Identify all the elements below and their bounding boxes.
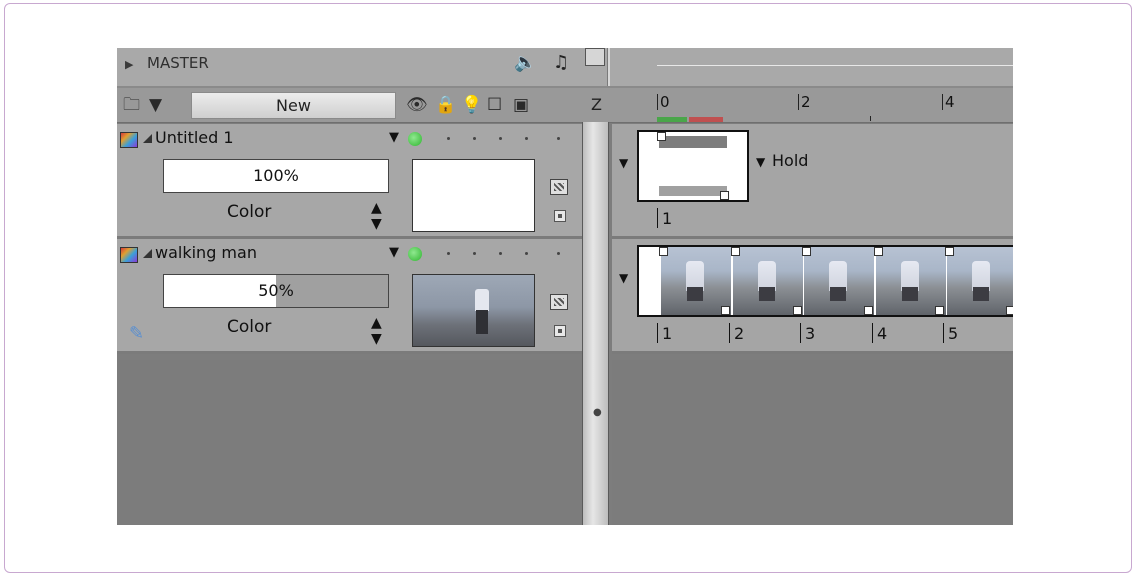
visibility-dot-icon[interactable]	[408, 132, 422, 146]
blend-mode-spinner-icon[interactable]: ▲ ▼	[371, 315, 382, 347]
square-icon[interactable]: ☐	[487, 95, 502, 115]
layer-collapse-icon[interactable]	[143, 134, 152, 143]
lock-icon[interactable]: 🔒	[435, 95, 456, 115]
lightbulb-icon[interactable]: 💡	[461, 95, 482, 115]
layer-small-toggle-icon[interactable]	[554, 325, 566, 337]
hold-dropdown-icon[interactable]: ▼	[756, 155, 765, 169]
timeline-ruler[interactable]: 0 2 4	[612, 88, 1013, 122]
master-label: MASTER	[147, 54, 209, 72]
layer-dropdown-icon[interactable]: ▼	[389, 245, 399, 260]
master-bar: ▶ MASTER 🔈 ♫	[117, 48, 1013, 88]
ruler-minor-tick	[870, 116, 871, 121]
master-timeline-line	[657, 65, 1013, 66]
timeline-empty-area	[612, 360, 1013, 525]
frame-corner-handle[interactable]	[945, 247, 954, 256]
ruler-tick-2: 2	[798, 94, 811, 110]
music-note-icon[interactable]: ♫	[553, 52, 569, 73]
layer-mask-icon[interactable]	[550, 179, 568, 195]
frame-corner-handle[interactable]	[864, 306, 873, 315]
hold-label[interactable]: Hold	[772, 151, 808, 170]
opacity-value: 100%	[253, 166, 299, 185]
layer-name[interactable]: Untitled 1	[155, 128, 234, 147]
frame-number: 5	[943, 323, 958, 343]
frame-number: 4	[872, 323, 887, 343]
layer-dropdown-icon[interactable]: ▼	[389, 130, 399, 145]
mask-dot[interactable]	[525, 252, 528, 255]
z-column-label: Z	[591, 95, 602, 114]
timeline-row-untitled: ▼ ▼ Hold 1	[612, 124, 1013, 239]
layer-thumbnail[interactable]	[412, 159, 535, 232]
frame-corner-handle[interactable]	[874, 247, 883, 256]
visibility-dot-icon[interactable]	[408, 247, 422, 261]
master-expand-icon[interactable]: ▶	[125, 58, 133, 71]
splitter-knob-icon[interactable]: ●	[593, 407, 602, 418]
divider	[607, 48, 610, 86]
layers-empty-area	[117, 360, 582, 525]
z-dot[interactable]	[557, 252, 560, 255]
merge-down-icon[interactable]: ▼	[149, 95, 162, 115]
frame-corner-handle[interactable]	[793, 306, 802, 315]
frame-number: 2	[729, 323, 744, 343]
row-expand-icon[interactable]: ▼	[619, 156, 628, 170]
folder-icon[interactable]: 🗀	[123, 95, 140, 115]
timeline-row-walking-man: ▼ 1 2 3 4 5	[612, 239, 1013, 354]
eye-icon[interactable]: 👁	[406, 95, 428, 115]
speaker-icon[interactable]: 🔈	[514, 52, 536, 73]
master-small-button[interactable]	[585, 48, 605, 66]
layer-color-icon[interactable]	[120, 247, 138, 263]
frame-corner-handle[interactable]	[720, 191, 729, 200]
frame-corner-handle[interactable]	[721, 306, 730, 315]
frame-corner-handle[interactable]	[1006, 306, 1013, 315]
lock-dot[interactable]	[447, 137, 450, 140]
light-dot[interactable]	[473, 137, 476, 140]
layer-thumbnail[interactable]	[412, 274, 535, 347]
frame-number: 1	[657, 208, 672, 228]
layers-panel: ▶ MASTER 🔈 ♫ 🗀 ▼ New 👁 🔒 💡 ☐ ▣ Z 0 2 4 U…	[117, 48, 1013, 525]
blend-mode-label[interactable]: Color	[227, 317, 271, 337]
square-dot[interactable]	[499, 137, 502, 140]
square-dot[interactable]	[499, 252, 502, 255]
z-dot[interactable]	[557, 137, 560, 140]
play-range-red	[689, 117, 723, 122]
blend-mode-label[interactable]: Color	[227, 202, 271, 222]
layer-small-toggle-icon[interactable]	[554, 210, 566, 222]
ruler-tick-0: 0	[657, 94, 670, 110]
blend-mode-spinner-icon[interactable]: ▲ ▼	[371, 200, 382, 232]
frame-corner-handle[interactable]	[935, 306, 944, 315]
lock-dot[interactable]	[447, 252, 450, 255]
frame-corner-handle[interactable]	[659, 247, 668, 256]
new-layer-button[interactable]: New	[191, 92, 396, 119]
frame-number: 1	[657, 323, 672, 343]
frame-cell[interactable]	[637, 130, 749, 202]
opacity-field[interactable]: 50%	[163, 274, 389, 308]
layer-mask-icon[interactable]	[550, 294, 568, 310]
layer-color-icon[interactable]	[120, 132, 138, 148]
pencil-icon[interactable]: ✎	[129, 323, 144, 344]
layer-row-walking-man[interactable]: walking man ▼ 50% ✎ Color ▲ ▼	[117, 239, 582, 354]
frame-strip[interactable]	[637, 245, 1013, 317]
layer-name[interactable]: walking man	[155, 243, 257, 262]
light-dot[interactable]	[473, 252, 476, 255]
opacity-value: 50%	[258, 281, 294, 300]
play-range-green	[657, 117, 687, 122]
ruler-tick-4: 4	[942, 94, 955, 110]
row-expand-icon[interactable]: ▼	[619, 271, 628, 285]
opacity-field[interactable]: 100%	[163, 159, 389, 193]
panel-splitter[interactable]: ●	[582, 122, 609, 525]
frame-corner-handle[interactable]	[802, 247, 811, 256]
layer-collapse-icon[interactable]	[143, 249, 152, 258]
frame-corner-handle[interactable]	[731, 247, 740, 256]
frame-corner-handle[interactable]	[657, 132, 666, 141]
mask-icon[interactable]: ▣	[513, 95, 529, 115]
frame-number: 3	[800, 323, 815, 343]
layer-row-untitled[interactable]: Untitled 1 ▼ 100% Color ▲ ▼	[117, 124, 582, 239]
mask-dot[interactable]	[525, 137, 528, 140]
